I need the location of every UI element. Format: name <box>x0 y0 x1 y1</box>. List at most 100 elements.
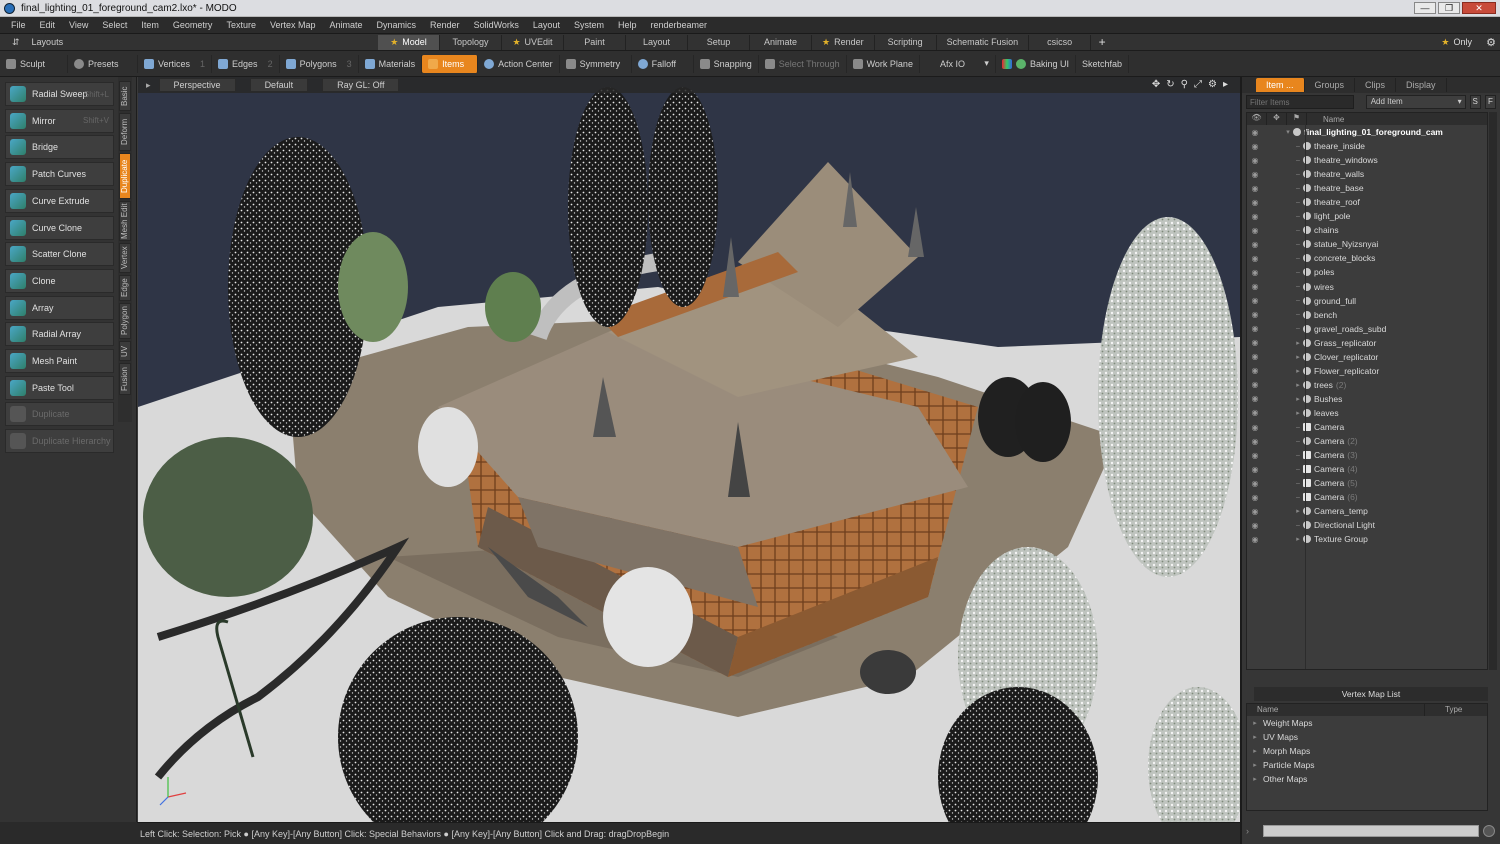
item-row[interactable]: ◉ ▸ Texture Group <box>1247 532 1487 546</box>
eye-icon[interactable]: ◉ <box>1247 268 1263 277</box>
menu-item[interactable]: Layout <box>526 20 567 30</box>
eye-icon[interactable]: ◉ <box>1247 479 1263 488</box>
item-row[interactable]: ◉ – Camera (5) <box>1247 476 1487 490</box>
eye-icon[interactable]: ◉ <box>1247 296 1263 305</box>
vertices-button[interactable]: Vertices 1 <box>138 54 213 73</box>
eye-icon[interactable]: ◉ <box>1247 212 1263 221</box>
tool-button[interactable]: Patch Curves <box>5 162 114 187</box>
expand-arrow-icon[interactable]: ▸ <box>1293 339 1303 347</box>
item-row[interactable]: ◉ ▸ Bushes <box>1247 392 1487 406</box>
tool-button[interactable]: Curve Clone <box>5 215 114 240</box>
item-row[interactable]: ◉ ▸ Flower_replicator <box>1247 364 1487 378</box>
item-row[interactable]: ◉ – theatre_walls <box>1247 167 1487 181</box>
tool-button[interactable]: Bridge <box>5 135 114 160</box>
vertical-tab[interactable]: Deform <box>119 113 131 151</box>
item-panel-tab[interactable]: Groups <box>1305 78 1356 92</box>
eye-icon[interactable]: ◉ <box>1247 352 1263 361</box>
eye-icon[interactable]: ◉ <box>1247 423 1263 432</box>
tool-button[interactable]: Radial Array <box>5 322 114 347</box>
eye-icon[interactable]: ◉ <box>1247 507 1263 516</box>
materials-button[interactable]: Materials <box>359 54 423 73</box>
expand-arrow-icon[interactable]: ▾ <box>1283 128 1293 136</box>
menu-item[interactable]: System <box>567 20 611 30</box>
eye-icon[interactable]: ◉ <box>1247 521 1263 530</box>
minimize-button[interactable]: — <box>1414 2 1436 14</box>
menu-item[interactable]: Animate <box>322 20 369 30</box>
edges-button[interactable]: Edges 2 <box>212 54 280 73</box>
filter-items-input[interactable] <box>1246 95 1354 109</box>
s-toggle-button[interactable]: S <box>1469 95 1481 109</box>
sketchfab-button[interactable]: Sketchfab <box>1076 54 1130 73</box>
menu-item[interactable]: File <box>4 20 33 30</box>
lock-column-icon[interactable]: ✥ <box>1267 113 1287 125</box>
item-row[interactable]: ◉ – wires <box>1247 280 1487 294</box>
expand-arrow-icon[interactable]: ▸ <box>1293 535 1303 543</box>
expand-arrow-icon[interactable]: ▸ <box>1293 353 1303 361</box>
layout-tab[interactable]: Scripting <box>875 34 937 50</box>
vertical-tab[interactable]: Polygon <box>119 303 131 339</box>
eye-icon[interactable]: ◉ <box>1247 282 1263 291</box>
tool-button[interactable]: Curve Extrude <box>5 188 114 213</box>
menu-item[interactable]: Vertex Map <box>263 20 323 30</box>
item-row[interactable]: ◉ – Camera (2) <box>1247 434 1487 448</box>
add-layout-tab-icon[interactable]: + <box>1091 35 1113 49</box>
eye-icon[interactable]: ◉ <box>1247 254 1263 263</box>
gear-icon[interactable]: ⚙ <box>1482 36 1500 49</box>
f-toggle-button[interactable]: F <box>1484 95 1496 109</box>
tool-button[interactable]: Scatter Clone <box>5 242 114 267</box>
tool-button[interactable]: Mirror Shift+V <box>5 108 114 133</box>
layout-tab[interactable]: Animate <box>750 34 812 50</box>
sculpt-button[interactable]: Sculpt <box>0 54 68 73</box>
item-row[interactable]: ◉ – statue_Nyizsnyai <box>1247 237 1487 251</box>
expand-arrow-icon[interactable]: ▸ <box>1293 507 1303 515</box>
item-row[interactable]: ◉ – gravel_roads_subd <box>1247 322 1487 336</box>
eye-icon[interactable]: ◉ <box>1247 198 1263 207</box>
add-item-dropdown[interactable]: Add Item ▾ <box>1365 95 1466 109</box>
item-row[interactable]: ◉ – theare_inside <box>1247 139 1487 153</box>
menu-item[interactable]: Dynamics <box>370 20 424 30</box>
expand-arrow-icon[interactable]: ▸ <box>1247 733 1263 741</box>
item-row[interactable]: ◉ – theatre_base <box>1247 181 1487 195</box>
vertical-tab[interactable]: Edge <box>119 275 131 301</box>
item-row[interactable]: ◉ – Camera (3) <box>1247 448 1487 462</box>
eye-icon[interactable]: ◉ <box>1247 366 1263 375</box>
eye-icon[interactable]: ◉ <box>1247 184 1263 193</box>
menu-item[interactable]: renderbeamer <box>643 20 714 30</box>
expand-arrow-icon[interactable]: ▸ <box>1247 747 1263 755</box>
eye-icon[interactable]: ◉ <box>1247 240 1263 249</box>
tool-button[interactable]: Mesh Paint <box>5 349 114 373</box>
item-row[interactable]: ◉ ▸ leaves <box>1247 406 1487 420</box>
eye-icon[interactable]: ◉ <box>1247 380 1263 389</box>
item-row[interactable]: ◉ ▾ final_lighting_01_foreground_cam <box>1247 125 1487 139</box>
item-row[interactable]: ◉ – Directional Light <box>1247 518 1487 532</box>
menu-item[interactable]: Edit <box>33 20 63 30</box>
symmetry-button[interactable]: Symmetry <box>560 54 632 73</box>
vertex-map-row[interactable]: ▸ UV Maps <box>1247 730 1487 744</box>
vertical-tab[interactable]: Mesh Edit <box>119 201 131 241</box>
fit-view-icon[interactable]: ⤢ <box>1194 79 1202 90</box>
item-panel-tab[interactable]: Clips <box>1355 78 1397 92</box>
eye-icon[interactable]: ◉ <box>1247 324 1263 333</box>
record-icon[interactable] <box>1483 825 1495 837</box>
expand-arrow-icon[interactable]: ▸ <box>1247 775 1263 783</box>
expand-arrow-icon[interactable]: ▸ <box>1247 761 1263 769</box>
item-panel-tab[interactable]: Display <box>1396 78 1447 92</box>
eye-icon[interactable]: ◉ <box>1247 226 1263 235</box>
presets-button[interactable]: Presets <box>68 54 138 73</box>
tool-button[interactable]: Duplicate Hierarchy <box>5 429 114 454</box>
eye-icon[interactable]: ◉ <box>1247 142 1263 151</box>
eye-icon[interactable]: ◉ <box>1247 170 1263 179</box>
viewport-more-icon[interactable]: ▸ <box>1223 79 1228 90</box>
render-column-icon[interactable]: ⚑ <box>1287 113 1307 125</box>
menu-item[interactable]: Item <box>134 20 166 30</box>
layout-tab[interactable]: Setup <box>688 34 750 50</box>
eye-icon[interactable]: ◉ <box>1247 128 1263 137</box>
vertical-tab[interactable]: Vertex <box>119 243 131 273</box>
visibility-column-icon[interactable]: 👁 <box>1247 113 1267 125</box>
falloff-button[interactable]: Falloff <box>632 54 694 73</box>
eye-icon[interactable]: ◉ <box>1247 493 1263 502</box>
vertical-tab[interactable]: UV <box>119 341 131 361</box>
item-row[interactable]: ◉ – chains <box>1247 223 1487 237</box>
vertex-map-row[interactable]: ▸ Morph Maps <box>1247 744 1487 758</box>
vertical-tab[interactable]: Fusion <box>119 363 131 395</box>
